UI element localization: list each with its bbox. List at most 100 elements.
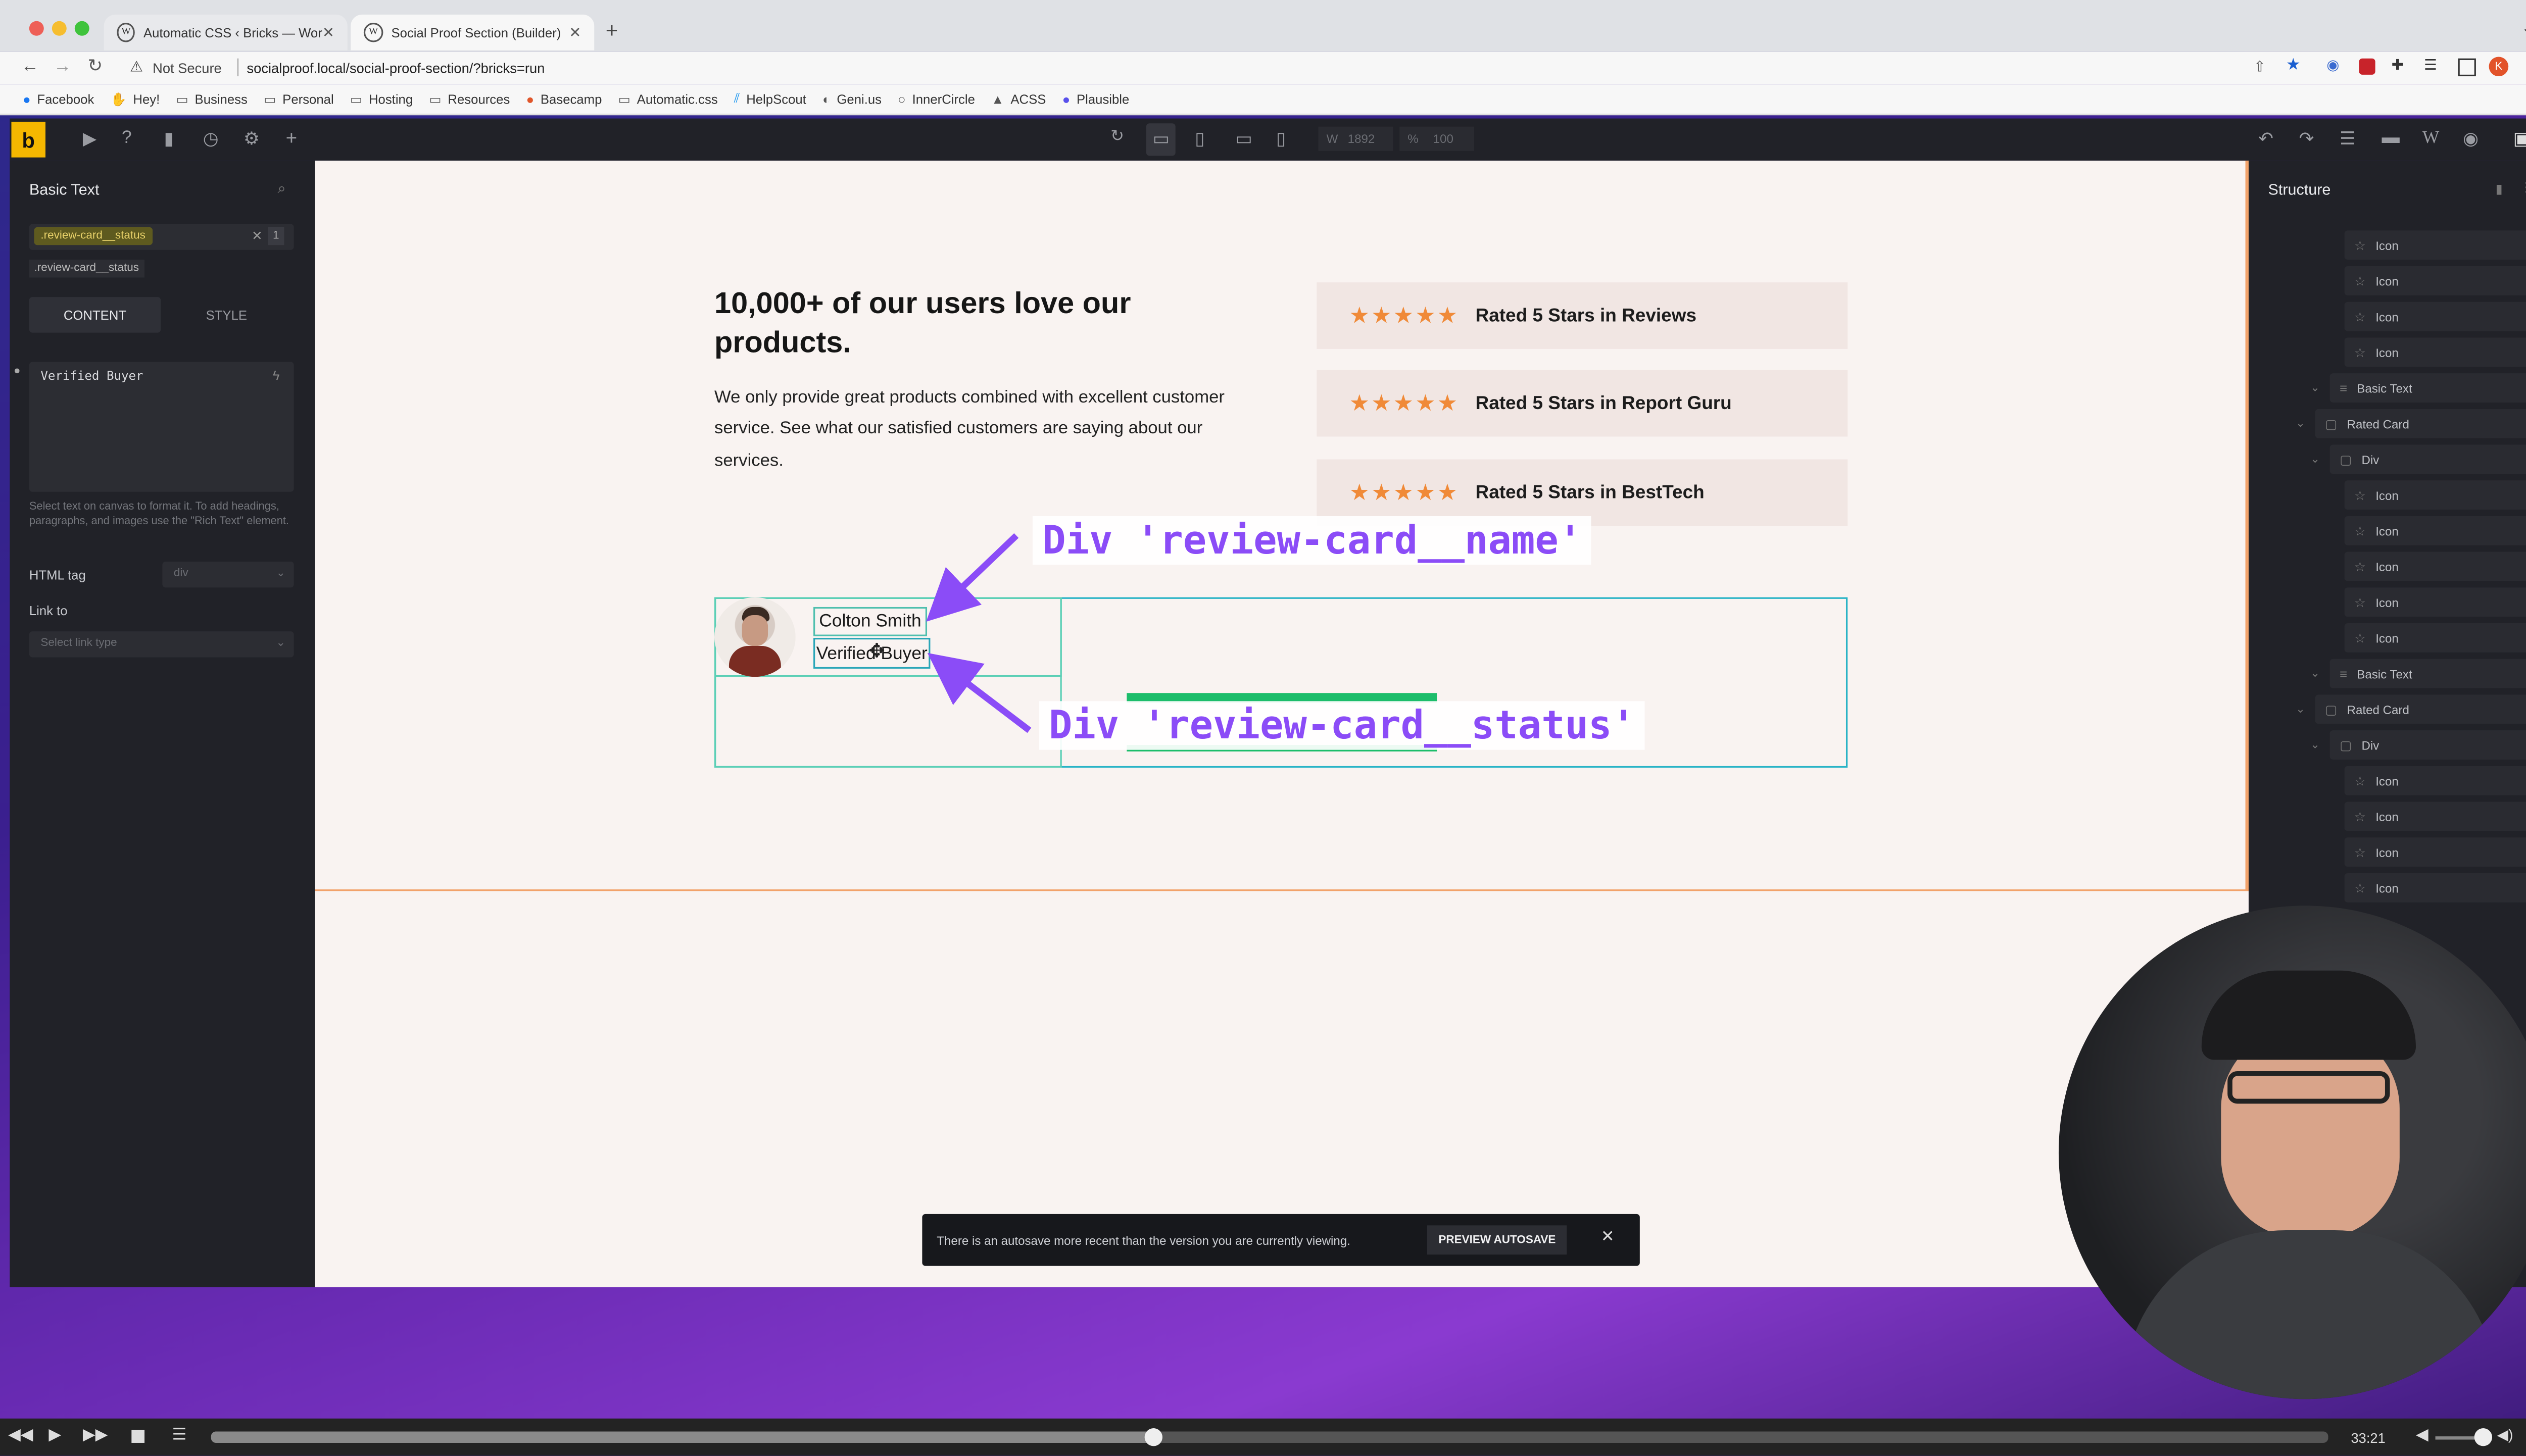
tab-content[interactable]: CONTENT <box>29 297 161 333</box>
help-icon[interactable]: ? <box>122 128 132 148</box>
chevron-down-icon[interactable]: ⌄ <box>2310 453 2320 466</box>
play-icon[interactable]: ▶ <box>48 1427 61 1444</box>
structure-row[interactable]: ☆ Icon <box>2344 230 2526 260</box>
tab-list-icon[interactable]: ⌄ <box>2521 20 2526 37</box>
chevron-down-icon[interactable]: ⌄ <box>2296 417 2305 430</box>
stop-icon[interactable] <box>131 1430 145 1443</box>
structure-row[interactable]: ☆ Icon <box>2344 302 2526 331</box>
chevron-down-icon[interactable]: ⌄ <box>2310 381 2320 394</box>
width-input[interactable]: W 1892 <box>1318 126 1393 151</box>
back-icon[interactable]: ← <box>21 57 39 76</box>
page-icon[interactable]: ▮ <box>164 128 174 149</box>
pointer-icon[interactable]: ▶ <box>83 128 96 149</box>
redo-icon[interactable]: ↷ <box>2299 128 2314 149</box>
bookmark-hey[interactable]: ✋ Hey! <box>110 92 160 107</box>
structure-row[interactable]: ☆ Icon <box>2344 516 2526 545</box>
structure-icon[interactable]: ☰ <box>2340 128 2356 149</box>
chevron-down-icon[interactable]: ⌄ <box>2310 667 2320 680</box>
structure-row[interactable]: ☆ Icon <box>2344 337 2526 367</box>
undo-icon[interactable]: ↶ <box>2258 128 2273 149</box>
history-icon[interactable]: ◷ <box>203 128 219 149</box>
preview-eye-icon[interactable]: ◉ <box>2463 128 2479 149</box>
bookmark-facebook[interactable]: ● Facebook <box>23 92 94 107</box>
seek-bar[interactable] <box>211 1428 2328 1446</box>
structure-row[interactable]: ≡ Basic Text ⌄ <box>2310 659 2526 688</box>
html-tag-select[interactable]: div ⌄ <box>162 561 294 588</box>
browser-tab-active[interactable]: W Social Proof Section (Builder) ✕ <box>351 14 595 51</box>
bookmark-star-icon[interactable]: ★ <box>2286 57 2301 74</box>
dynamic-data-icon[interactable]: ϟ <box>273 369 280 383</box>
bookmark-automatic-css[interactable]: ▭ Automatic.css <box>618 92 718 107</box>
chapters-icon[interactable]: ☰ <box>172 1427 187 1444</box>
extension-icon[interactable]: ◉ <box>2326 57 2339 74</box>
browser-tab[interactable]: W Automatic CSS ‹ Bricks — Wor ✕ <box>104 14 348 51</box>
remove-class-icon[interactable]: ✕ <box>252 229 263 243</box>
wordpress-icon[interactable]: W <box>2422 128 2439 148</box>
close-tab-icon[interactable]: ✕ <box>322 24 334 41</box>
structure-row[interactable]: ▢ Div ⌄ <box>2310 730 2526 760</box>
add-icon[interactable]: + <box>286 127 298 149</box>
structure-row[interactable]: ▢ Div ⌄ <box>2310 444 2526 474</box>
tablet-landscape-icon[interactable]: ▭ <box>1236 128 1252 149</box>
bookmark-resources[interactable]: ▭ Resources <box>429 92 510 107</box>
bookmark-innercircle[interactable]: ○ InnerCircle <box>898 92 975 107</box>
structure-row[interactable]: ▢ Rated Card ⌄ <box>2296 409 2526 438</box>
structure-row[interactable]: ▢ Rated Card ⌄ <box>2296 694 2526 724</box>
bookmark-personal[interactable]: ▭ Personal <box>264 92 334 107</box>
rewind-icon[interactable]: ◀◀ <box>8 1427 33 1444</box>
bricks-logo[interactable]: b <box>11 122 45 158</box>
class-chip[interactable]: .review-card__status <box>34 227 152 245</box>
link-type-select[interactable]: Select link type ⌄ <box>29 631 294 658</box>
reload-icon[interactable]: ↻ <box>88 55 103 76</box>
bookmark-business[interactable]: ▭ Business <box>176 92 248 107</box>
structure-row[interactable]: ☆ Icon <box>2344 801 2526 831</box>
tablet-icon[interactable]: ▯ <box>1195 128 1204 149</box>
mobile-icon[interactable]: ▯ <box>1276 128 1286 149</box>
bookmark-hosting[interactable]: ▭ Hosting <box>350 92 413 107</box>
class-selector-input[interactable]: .review-card__status ✕ 1 <box>29 224 294 250</box>
minimize-window-icon[interactable] <box>52 21 67 36</box>
profile-avatar[interactable]: K <box>2489 57 2509 77</box>
close-tab-icon[interactable]: ✕ <box>569 24 581 41</box>
fast-forward-icon[interactable]: ▶▶ <box>83 1427 108 1444</box>
preview-autosave-button[interactable]: PREVIEW AUTOSAVE <box>1427 1225 1567 1255</box>
structure-row[interactable]: ☆ Icon <box>2344 873 2526 902</box>
reading-list-icon[interactable]: ☰ <box>2424 57 2437 74</box>
puzzle-icon[interactable]: ✚ <box>2392 57 2404 74</box>
volume-icon[interactable]: ◀ <box>2416 1427 2428 1444</box>
close-icon[interactable]: ✕ <box>1601 1229 1615 1246</box>
structure-row[interactable]: ☆ Icon <box>2344 480 2526 510</box>
structure-row[interactable]: ☆ Icon <box>2344 623 2526 652</box>
tab-style[interactable]: STYLE <box>161 297 292 333</box>
bookmark-acss[interactable]: ▲ ACSS <box>991 92 1046 107</box>
url-input[interactable]: socialproof.local/social-proof-section/?… <box>247 60 545 76</box>
structure-row[interactable]: ☆ Icon <box>2344 766 2526 795</box>
text-content-input[interactable]: Verified Buyer ϟ <box>29 362 294 492</box>
bookmark-helpscout[interactable]: ⫽ HelpScout <box>734 91 806 107</box>
bookmark-genius[interactable]: ◐ Geni.us <box>822 92 882 107</box>
class-suggestion[interactable]: .review-card__status <box>29 260 144 278</box>
close-window-icon[interactable] <box>29 21 44 36</box>
settings-icon[interactable]: ⚙ <box>244 128 260 149</box>
bookmark-plausible[interactable]: ● Plausible <box>1062 92 1130 107</box>
trash-icon[interactable]: ▮ <box>2495 182 2502 196</box>
structure-row[interactable]: ☆ Icon <box>2344 837 2526 867</box>
folder-icon[interactable]: ▬ <box>2382 128 2399 148</box>
search-icon[interactable]: ⌕ <box>278 180 286 198</box>
structure-row[interactable]: ≡ Basic Text ⌄ <box>2310 373 2526 403</box>
structure-row[interactable]: ☆ Icon <box>2344 266 2526 295</box>
chevron-down-icon[interactable]: ⌄ <box>2310 738 2320 751</box>
chevron-down-icon[interactable]: ⌄ <box>2296 703 2305 716</box>
structure-row[interactable]: ☆ Icon <box>2344 587 2526 617</box>
seek-handle[interactable] <box>1145 1428 1163 1446</box>
more-icon[interactable]: ⋮ <box>2520 180 2526 195</box>
bookmark-basecamp[interactable]: ● Basecamp <box>526 92 602 107</box>
extension-icon[interactable] <box>2359 58 2375 75</box>
sidebar-icon[interactable] <box>2458 58 2476 77</box>
reload-icon[interactable]: ↻ <box>1110 128 1124 146</box>
forward-icon[interactable]: → <box>54 57 71 76</box>
new-tab-button[interactable]: + <box>606 18 618 42</box>
maximize-window-icon[interactable] <box>74 21 89 36</box>
volume-handle[interactable] <box>2474 1428 2493 1446</box>
structure-row[interactable]: ☆ Icon <box>2344 551 2526 581</box>
